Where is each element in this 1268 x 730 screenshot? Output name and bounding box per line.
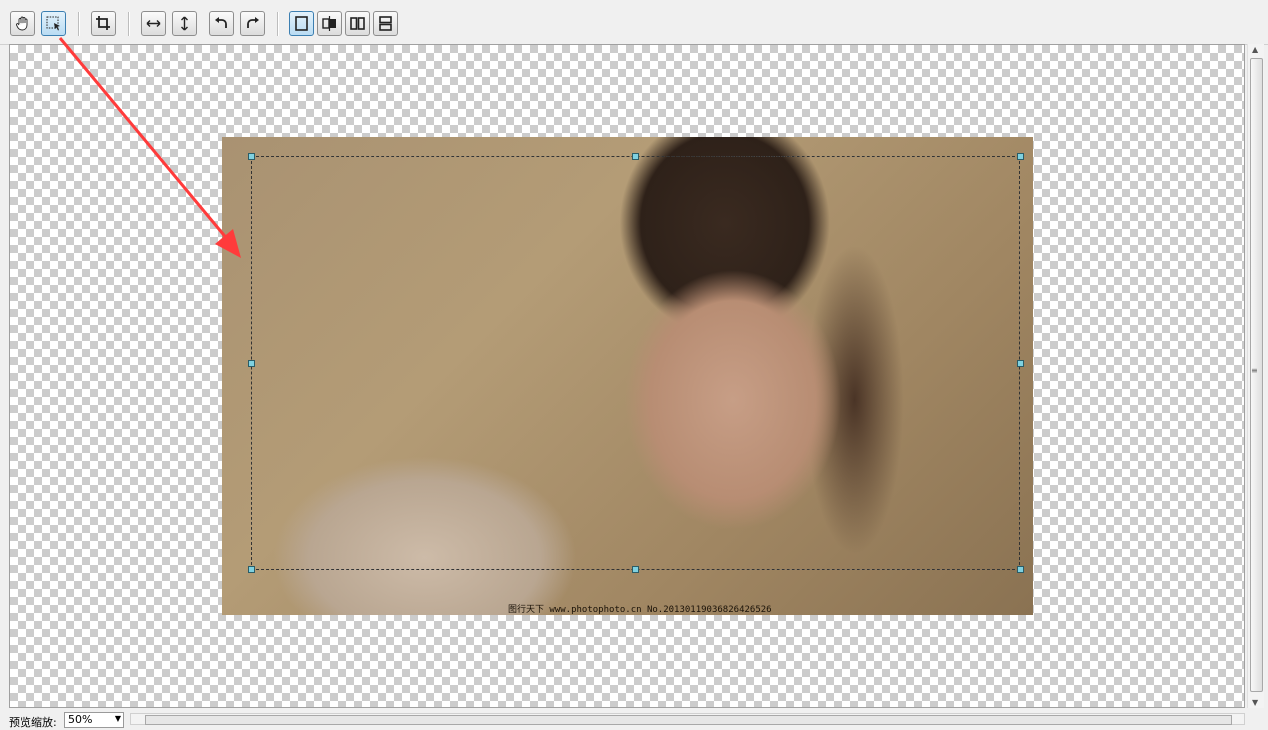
flip-horizontal-button[interactable] — [141, 11, 166, 36]
zoom-select[interactable]: 50% ▼ — [64, 712, 124, 728]
selection-handle-top-right[interactable] — [1017, 153, 1024, 160]
horizontal-scroll-thumb[interactable] — [145, 715, 1232, 725]
flip-vertical-button[interactable] — [172, 11, 197, 36]
scroll-up-icon[interactable]: ▲ — [1252, 45, 1258, 54]
status-bar: 预览缩放: 50% ▼ — [0, 708, 1268, 729]
crop-button[interactable] — [91, 11, 116, 36]
hand-icon — [16, 16, 28, 31]
vertical-scrollbar[interactable]: ▲ ≡ ▼ — [1247, 44, 1264, 708]
selection-handle-top[interactable] — [632, 153, 639, 160]
scroll-down-icon[interactable]: ▼ — [1252, 698, 1258, 707]
flip-horizontal-icon — [146, 20, 161, 27]
preview-canvas[interactable]: 图行天下 www.photophoto.cn No.20130119036826… — [9, 44, 1245, 708]
side-by-side-icon — [350, 17, 365, 30]
zoom-value: 50% — [68, 713, 93, 726]
compare-view-icon — [322, 16, 336, 31]
stacked-view-icon — [379, 16, 392, 31]
rotate-left-icon — [215, 17, 227, 28]
crop-selection[interactable] — [251, 156, 1020, 570]
select-tool-button[interactable] — [41, 11, 66, 36]
toolbar — [0, 0, 1268, 45]
rotate-right-icon — [247, 17, 259, 28]
grip-icon: ≡ — [1251, 366, 1258, 375]
view-compare-button[interactable] — [317, 11, 342, 36]
rotate-right-button[interactable] — [240, 11, 265, 36]
selection-handle-right[interactable] — [1017, 360, 1024, 367]
selection-handle-bottom[interactable] — [632, 566, 639, 573]
zoom-label: 预览缩放: — [9, 716, 57, 729]
selection-icon — [46, 16, 60, 31]
selection-handle-left[interactable] — [248, 360, 255, 367]
selection-handle-bottom-right[interactable] — [1017, 566, 1024, 573]
vertical-scroll-thumb[interactable] — [1250, 58, 1263, 692]
selection-handle-top-left[interactable] — [248, 153, 255, 160]
photo-watermark: 图行天下 www.photophoto.cn No.20130119036826… — [508, 605, 772, 615]
view-single-button[interactable] — [289, 11, 314, 36]
flip-vertical-icon — [181, 16, 188, 31]
crop-icon — [96, 16, 110, 30]
hand-tool-button[interactable] — [10, 11, 35, 36]
selection-handle-bottom-left[interactable] — [248, 566, 255, 573]
view-stacked-button[interactable] — [373, 11, 398, 36]
single-view-icon — [295, 16, 308, 31]
rotate-left-button[interactable] — [209, 11, 234, 36]
horizontal-scrollbar[interactable] — [130, 713, 1245, 725]
chevron-down-icon: ▼ — [114, 714, 121, 723]
view-side-by-side-button[interactable] — [345, 11, 370, 36]
